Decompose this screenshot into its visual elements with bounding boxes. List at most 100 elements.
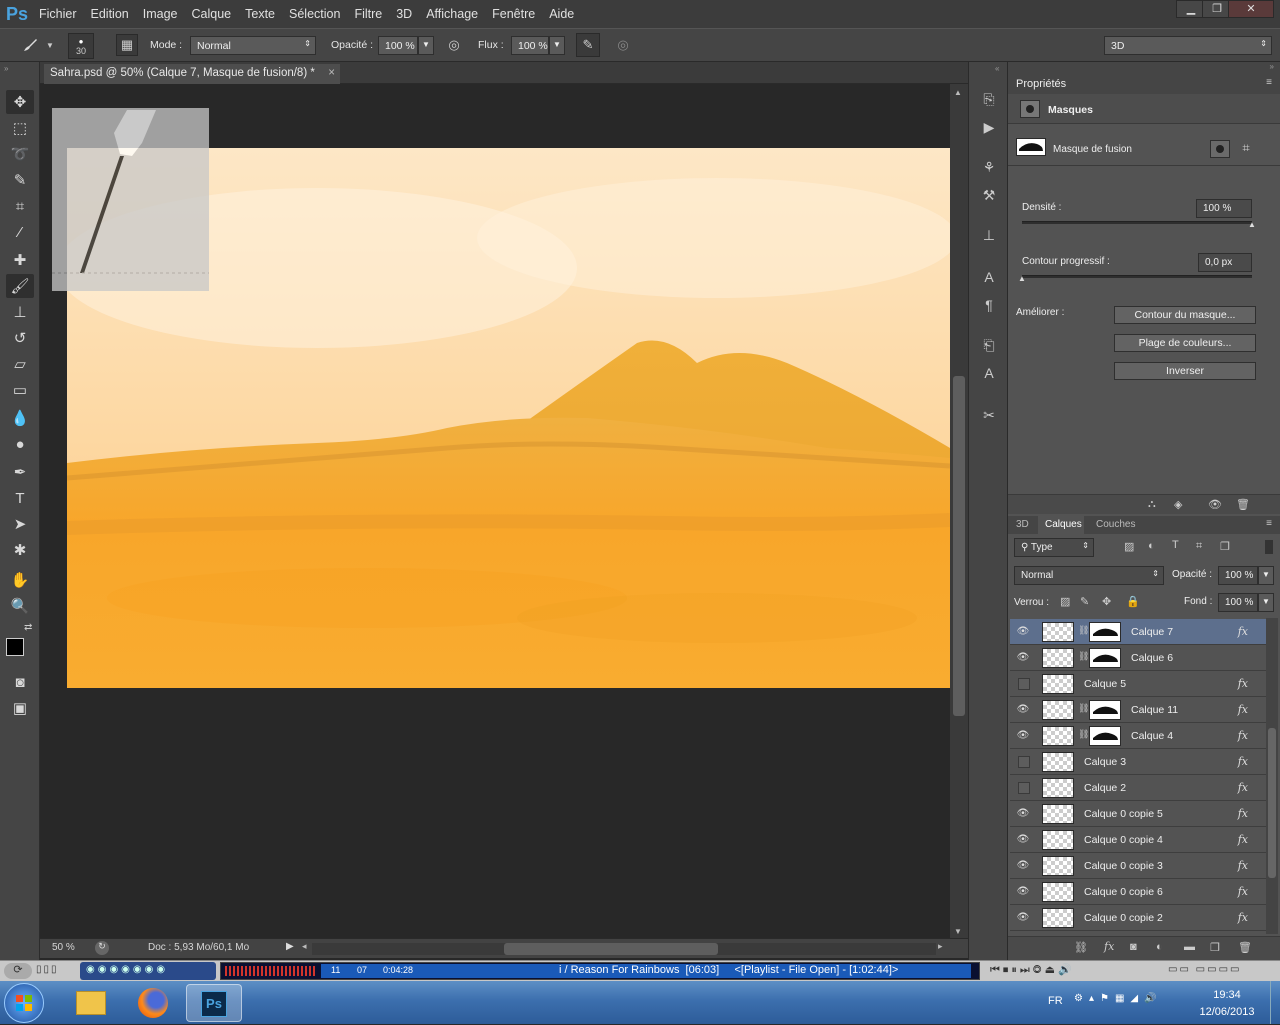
visibility-toggle-empty[interactable] (1018, 756, 1030, 768)
menu-selection[interactable]: Sélection (282, 0, 347, 28)
visibility-eye-icon[interactable]: 👁 (1016, 652, 1030, 664)
density-slider-knob-icon[interactable]: ▲ (1248, 220, 1256, 229)
tab-3d[interactable]: 3D (1016, 519, 1029, 530)
eyedropper-tool-icon[interactable]: ⁄ (6, 220, 34, 244)
feather-slider[interactable] (1022, 275, 1252, 278)
visibility-eye-icon[interactable]: 👁 (1016, 860, 1030, 872)
scroll-down-icon[interactable]: ▼ (954, 927, 962, 936)
share-icon[interactable]: ↻ (95, 941, 109, 955)
mode-select[interactable]: Normal ⇕ (190, 36, 316, 55)
visibility-eye-icon[interactable]: 👁 (1016, 808, 1030, 820)
start-button-icon[interactable] (4, 983, 44, 1023)
layer-opacity-input[interactable]: 100 % (1218, 566, 1258, 585)
clock-time[interactable]: 19:34 (1192, 989, 1262, 1001)
tool-presets-panel-icon[interactable]: ✂ (977, 404, 1001, 426)
dodge-tool-icon[interactable]: ● (6, 432, 34, 456)
layer-row[interactable]: Calque 2 fx (1010, 775, 1266, 801)
layer-row[interactable]: Calque 5 fx (1010, 671, 1266, 697)
visibility-eye-icon[interactable]: 👁 (1016, 886, 1030, 898)
brush-panel-icon[interactable]: ▦ (116, 34, 138, 56)
pen-tool-icon[interactable]: ✒ (6, 460, 34, 484)
brush-tool-icon[interactable]: 🖌 (6, 274, 34, 298)
menu-edition[interactable]: Edition (84, 0, 136, 28)
zoom-level[interactable]: 50 % (52, 942, 75, 953)
filter-smart-object-icon[interactable]: ❐ (1220, 540, 1230, 553)
status-menu-arrow-icon[interactable]: ▶ (286, 941, 294, 952)
mask-link-icon[interactable]: ⛓ (1078, 625, 1089, 636)
filter-pixel-icon[interactable]: ▨ (1124, 540, 1134, 553)
menu-fichier[interactable]: Fichier (32, 0, 84, 28)
add-style-icon[interactable]: fx (1104, 940, 1114, 953)
lock-all-icon[interactable]: 🔒 (1126, 595, 1140, 608)
lock-position-icon[interactable]: ✥ (1102, 595, 1111, 608)
layer-name[interactable]: Calque 11 (1131, 704, 1178, 716)
marquee-tool-icon[interactable]: ⬚ (6, 116, 34, 140)
new-adjustment-icon[interactable]: ◐ (1156, 941, 1163, 953)
link-layers-icon[interactable]: ⛓ (1074, 941, 1088, 954)
document-tab[interactable]: Sahra.psd @ 50% (Calque 7, Masque de fus… (44, 64, 340, 84)
layer-mask-thumbnail[interactable] (1089, 648, 1121, 668)
layers-menu-icon[interactable]: ≡ (1266, 518, 1272, 529)
visibility-eye-icon[interactable]: 👁 (1016, 834, 1030, 846)
eraser-tool-icon[interactable]: ▱ (6, 352, 34, 376)
photoshop-taskbar-button[interactable]: Ps (186, 984, 242, 1022)
menu-3d[interactable]: 3D (389, 0, 419, 28)
lasso-tool-icon[interactable]: ➰ (6, 142, 34, 166)
filter-adjustment-icon[interactable]: ◐ (1148, 540, 1155, 552)
filter-type-icon[interactable]: T (1172, 539, 1179, 551)
mask-edge-button[interactable]: Contour du masque... (1114, 306, 1256, 324)
horizontal-scrollbar[interactable] (312, 943, 936, 955)
close-tab-icon[interactable]: × (328, 67, 335, 79)
lock-transparency-icon[interactable]: ▨ (1060, 595, 1070, 608)
layer-row[interactable]: 👁 Calque 0 copie 2 fx (1010, 905, 1266, 931)
firefox-taskbar-button[interactable] (126, 984, 178, 1022)
visibility-toggle-empty[interactable] (1018, 782, 1030, 794)
actions-panel-icon[interactable]: ▶ (977, 116, 1001, 138)
mask-link-icon[interactable]: ⛓ (1078, 703, 1089, 714)
quick-selection-tool-icon[interactable]: ✎ (6, 168, 34, 192)
properties-menu-icon[interactable]: ≡ (1266, 77, 1272, 88)
layer-row[interactable]: 👁 Calque 0 copie 5 fx (1010, 801, 1266, 827)
layer-name[interactable]: Calque 3 (1084, 756, 1126, 768)
mask-link-icon[interactable]: ⛓ (1078, 729, 1089, 740)
fill-input[interactable]: 100 % (1218, 593, 1258, 612)
layer-name[interactable]: Calque 4 (1131, 730, 1173, 742)
layers-scrollbar[interactable] (1266, 618, 1278, 934)
new-group-icon[interactable]: ▬ (1184, 941, 1195, 953)
healing-brush-tool-icon[interactable]: ✚ (6, 248, 34, 272)
layer-name[interactable]: Calque 0 copie 3 (1084, 860, 1163, 872)
transport-controls-icons[interactable]: ⏮⏹⏸⏭◎⏏🔊 (990, 963, 1075, 977)
swap-colors-icon[interactable]: ⇄ (24, 622, 32, 633)
layer-mask-thumbnail[interactable] (1089, 700, 1121, 720)
character-styles-panel-icon[interactable]: ⎗ (977, 334, 1001, 356)
layer-name[interactable]: Calque 6 (1131, 652, 1173, 664)
layer-row[interactable]: 👁 Calque 0 copie 3 fx (1010, 853, 1266, 879)
layer-name[interactable]: Calque 7 (1131, 626, 1173, 638)
layer-effects-icon[interactable]: fx (1238, 729, 1248, 742)
visibility-eye-icon[interactable]: 👁 (1016, 704, 1030, 716)
brush-tool-icon[interactable] (18, 33, 42, 57)
layer-effects-icon[interactable]: fx (1238, 677, 1248, 690)
screen-mode-icon[interactable]: ▣ (6, 696, 34, 720)
workspace-select[interactable]: 3D ⇕ (1104, 36, 1272, 55)
collapse-arrows-icon[interactable]: » (4, 64, 8, 73)
layer-mask-thumbnail[interactable] (1089, 622, 1121, 642)
layer-opacity-dropdown-icon[interactable]: ▼ (1258, 566, 1274, 585)
menu-image[interactable]: Image (136, 0, 185, 28)
visibility-eye-icon[interactable]: 👁 (1016, 626, 1030, 638)
feather-slider-knob-icon[interactable]: ▲ (1018, 274, 1026, 283)
custom-shape-tool-icon[interactable]: ✱ (6, 538, 34, 562)
layer-row[interactable]: 👁 ⛓ Calque 7 fx (1010, 619, 1266, 645)
density-input[interactable]: 100 % (1196, 199, 1252, 218)
horizontal-scroll-thumb[interactable] (504, 943, 718, 955)
tray-icons[interactable]: ⚙▴⚑▦◢🔊 (1074, 993, 1163, 1004)
scroll-left-icon[interactable]: ◂ (302, 941, 307, 952)
mask-link-icon[interactable]: ⛓ (1078, 651, 1089, 662)
layer-mask-thumbnail[interactable] (1089, 726, 1121, 746)
vector-mask-button-icon[interactable]: ⌗ (1236, 140, 1256, 158)
layer-name[interactable]: Calque 2 (1084, 782, 1126, 794)
layer-row[interactable]: 👁 ⛓ Calque 6 (1010, 645, 1266, 671)
foreground-color-swatch[interactable] (6, 638, 24, 656)
pixel-mask-button-icon[interactable] (1210, 140, 1230, 158)
add-mask-icon[interactable]: ◙ (1130, 941, 1137, 953)
